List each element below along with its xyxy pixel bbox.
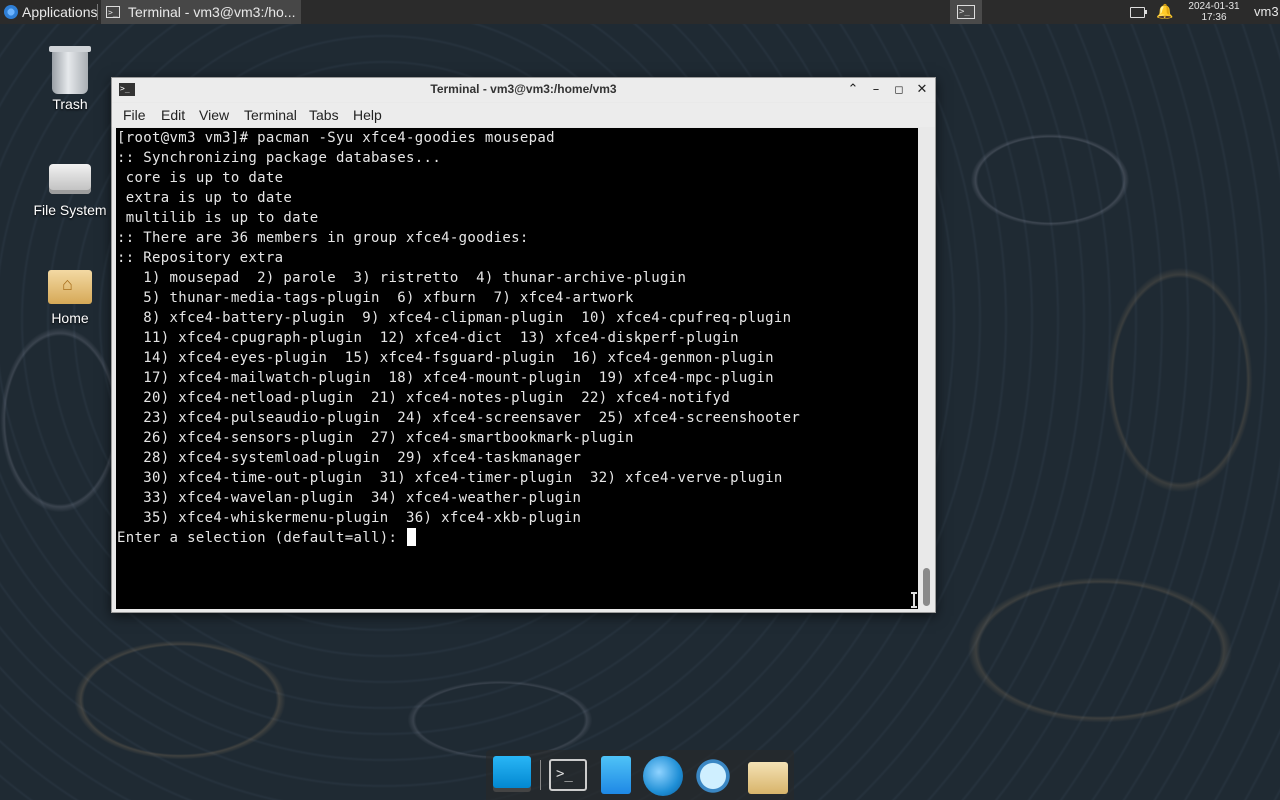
terminal-line: 14) xfce4-eyes-plugin 15) xfce4-fsguard-… (117, 350, 774, 366)
trash-icon (49, 46, 91, 94)
window-title: Terminal - vm3@vm3:/home/vm3 (430, 82, 617, 96)
scrollbar-thumb[interactable] (923, 568, 930, 606)
battery-icon[interactable] (1130, 7, 1147, 18)
terminal-line: 1) mousepad 2) parole 3) ristretto 4) th… (117, 270, 687, 286)
home-folder-icon (48, 270, 92, 304)
terminal-line: [root@vm3 vm3]# pacman -Syu xfce4-goodie… (117, 130, 555, 146)
terminal-line: 35) xfce4-whiskermenu-plugin 36) xfce4-x… (117, 510, 582, 526)
terminal-line: 28) xfce4-systemload-plugin 29) xfce4-ta… (117, 450, 582, 466)
dock-separator (540, 760, 541, 790)
menu-edit[interactable]: Edit (161, 107, 185, 123)
terminal-line: 30) xfce4-time-out-plugin 31) xfce4-time… (117, 470, 783, 486)
terminal-line: :: There are 36 members in group xfce4-g… (117, 230, 529, 246)
terminal-line: 8) xfce4-battery-plugin 9) xfce4-clipman… (117, 310, 792, 326)
show-desktop-icon[interactable] (493, 756, 531, 788)
desktop-icon-home[interactable]: Home (25, 266, 115, 326)
maximize-button[interactable]: ◻ (890, 81, 908, 99)
terminal-line: 26) xfce4-sensors-plugin 27) xfce4-smart… (117, 430, 634, 446)
terminal-window[interactable]: >_ Terminal - vm3@vm3:/home/vm3 ⌃ – ◻ ✕ … (111, 77, 936, 613)
terminal-line: multilib is up to date (117, 210, 319, 226)
menu-bar: File Edit View Terminal Tabs Help (112, 103, 935, 127)
terminal-line: 11) xfce4-cpugraph-plugin 12) xfce4-dict… (117, 330, 739, 346)
shade-button[interactable]: ⌃ (844, 81, 862, 99)
clock-date: 2024-01-31 (1188, 1, 1240, 12)
clock-time: 17:36 (1201, 12, 1227, 23)
applications-label: Applications (22, 4, 98, 20)
web-browser-icon[interactable] (643, 756, 683, 796)
terminal-line: extra is up to date (117, 190, 293, 206)
terminal-line: 17) xfce4-mailwatch-plugin 18) xfce4-mou… (117, 370, 774, 386)
menu-tabs[interactable]: Tabs (309, 107, 339, 123)
terminal-icon[interactable]: >_ (549, 759, 587, 791)
terminal-output[interactable]: [root@vm3 vm3]# pacman -Syu xfce4-goodie… (116, 128, 918, 609)
mouse-ibeam-cursor-icon (911, 592, 917, 608)
terminal-line: core is up to date (117, 170, 284, 186)
text-cursor (407, 528, 417, 546)
app-finder-icon[interactable] (693, 756, 733, 796)
folder-icon[interactable] (748, 762, 788, 794)
close-button[interactable]: ✕ (913, 81, 931, 99)
terminal-scrollbar[interactable] (920, 128, 934, 609)
user-menu[interactable]: vm3 (1254, 4, 1279, 19)
terminal-line: 33) xfce4-wavelan-plugin 34) xfce4-weath… (117, 490, 582, 506)
desktop-icon-label: File System (33, 202, 107, 218)
terminal-icon: >_ (957, 5, 975, 19)
applications-menu-button[interactable]: Applications (0, 0, 102, 24)
menu-terminal[interactable]: Terminal (244, 107, 297, 123)
desktop-icon-trash[interactable]: Trash (25, 46, 115, 112)
dock: >_ (486, 750, 794, 800)
menu-file[interactable]: File (123, 107, 146, 123)
drive-icon (49, 164, 91, 194)
terminal-icon: >_ (106, 6, 120, 18)
terminal-prompt-line[interactable]: Enter a selection (default=all): (116, 528, 918, 548)
clock[interactable]: 2024-01-31 17:36 (1178, 1, 1250, 23)
top-panel: Applications >_ Terminal - vm3@vm3:/ho..… (0, 0, 1280, 24)
panel-separator (97, 4, 98, 20)
notification-bell-icon[interactable]: 🔔 (1156, 3, 1173, 20)
window-titlebar[interactable]: >_ Terminal - vm3@vm3:/home/vm3 ⌃ – ◻ ✕ (112, 78, 935, 102)
taskbar-terminal-button[interactable]: >_ Terminal - vm3@vm3:/ho... (101, 0, 301, 24)
desktop-icon-file-system[interactable]: File System (25, 158, 115, 218)
desktop-icon-label: Trash (52, 96, 88, 112)
xfce-logo-icon (4, 5, 18, 19)
terminal-line: 23) xfce4-pulseaudio-plugin 24) xfce4-sc… (117, 410, 801, 426)
terminal-line: :: Synchronizing package databases... (117, 150, 442, 166)
menu-view[interactable]: View (199, 107, 229, 123)
taskbar-terminal-label: Terminal - vm3@vm3:/ho... (128, 4, 296, 20)
selection-prompt: Enter a selection (default=all): (117, 530, 407, 546)
file-manager-icon[interactable] (601, 756, 631, 794)
desktop-icon-label: Home (51, 310, 89, 326)
minimize-button[interactable]: – (867, 81, 885, 99)
tray-terminal-launcher[interactable]: >_ (950, 0, 982, 24)
menu-help[interactable]: Help (353, 107, 382, 123)
terminal-line: 20) xfce4-netload-plugin 21) xfce4-notes… (117, 390, 731, 406)
terminal-line: 5) thunar-media-tags-plugin 6) xfburn 7)… (117, 290, 634, 306)
terminal-line: :: Repository extra (117, 250, 284, 266)
